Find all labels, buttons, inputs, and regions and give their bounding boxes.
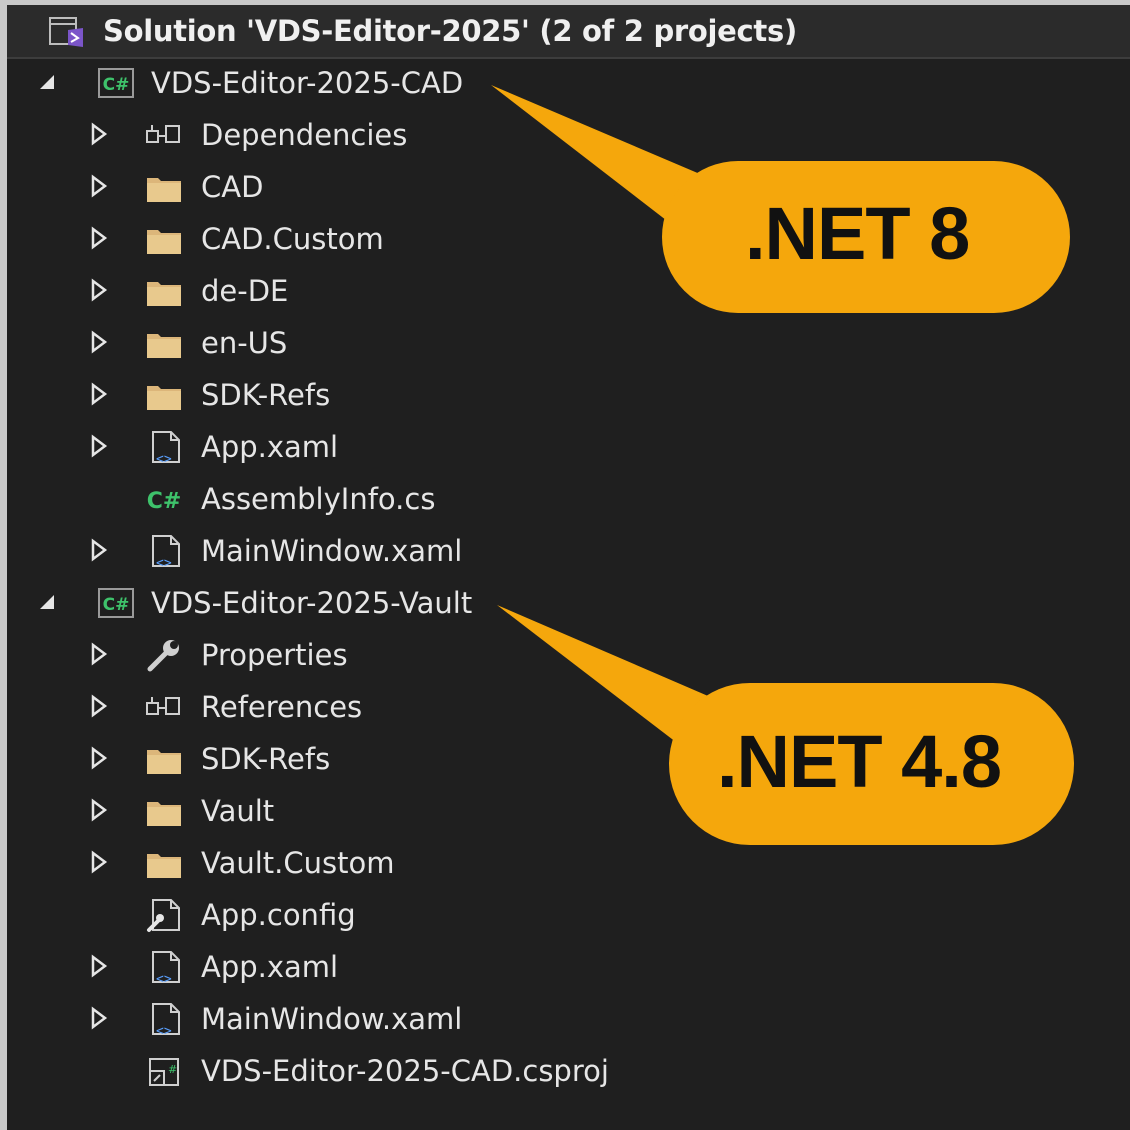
window-frame-left	[0, 0, 7, 1130]
callout-layer	[491, 85, 1074, 845]
callout-net8-label: .NET 8	[745, 192, 970, 275]
solution-explorer-panel: Solution 'VDS-Editor-2025' (2 of 2 proje…	[7, 5, 1130, 1130]
callout-net48-label: .NET 4.8	[717, 720, 1002, 803]
